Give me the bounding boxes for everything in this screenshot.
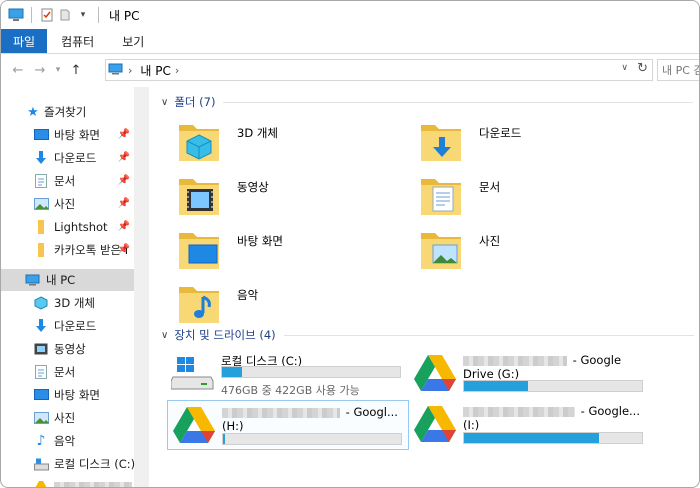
3d-objects-folder-icon [175,117,223,165]
google-drive-icon [172,405,216,445]
drive-usage-bar [221,366,401,378]
forward-button[interactable]: → [29,59,51,81]
pin-icon[interactable]: 📌 [118,244,130,255]
folder-music[interactable]: 음악 [175,279,405,329]
folder-icon [33,242,49,258]
pin-icon[interactable]: 📌 [118,221,130,232]
sidebar-item-downloads[interactable]: 다운로드 📌 [1,147,134,169]
explorer-window: ▾ 내 PC 파일 컴퓨터 보기 ← → ▾ ↑ › 내 PC › ∨ ↻ 내 … [0,0,700,488]
window-title: 내 PC [109,8,140,23]
pictures-folder-icon [417,225,465,273]
tab-computer[interactable]: 컴퓨터 [47,29,108,53]
drive-usage-bar [222,433,402,445]
download-icon [33,318,49,334]
content-pane: ∨ 폴더 (7) 3D 개체 다운로드 동영상 문서 바탕 화면 사진 음악 ∨… [151,87,699,487]
this-pc-icon [108,63,124,78]
refresh-icon[interactable]: ↻ [637,61,648,76]
folders-group-header[interactable]: ∨ 폴더 (7) [161,93,694,111]
navigation-bar: ← → ▾ ↑ › 내 PC › ∨ ↻ 내 PC 검 [1,57,699,83]
chevron-right-icon[interactable]: › [175,64,179,77]
folder-icon [33,219,49,235]
sidebar-item-this-pc[interactable]: 내 PC [1,269,134,291]
quick-access-dropdown-icon[interactable]: ▾ [74,6,92,24]
sidebar-item-3d-objects[interactable]: 3D 개체 [1,292,134,314]
pin-icon[interactable]: 📌 [118,129,130,140]
desktop-icon [33,127,49,143]
documents-folder-icon [417,171,465,219]
sidebar-item-pc-desktop[interactable]: 바탕 화면 [1,384,134,406]
google-drive-icon [413,404,457,444]
properties-icon[interactable] [38,6,56,24]
chevron-down-icon[interactable]: ∨ [621,63,628,73]
local-disk-icon [33,456,49,472]
desktop-icon [33,387,49,403]
navigation-pane: ★ 즐겨찾기 바탕 화면 📌 다운로드 📌 문서 📌 사진 📌 Lightsho… [1,87,134,487]
google-drive-icon [33,479,49,487]
this-pc-icon[interactable] [7,6,25,24]
sidebar-item-pictures[interactable]: 사진 📌 [1,193,134,215]
drive-usage-bar [463,380,643,392]
tab-view[interactable]: 보기 [108,29,158,53]
sidebar-item-lightshot[interactable]: Lightshot 📌 [1,216,134,238]
sidebar-scrollbar[interactable] [134,87,149,487]
sidebar-item-documents[interactable]: 문서 📌 [1,170,134,192]
sidebar-item-pc-documents[interactable]: 문서 [1,361,134,383]
sidebar-item-kakaotalk[interactable]: 카카오톡 받은 I 📌 [1,239,134,261]
google-drive-icon [413,353,457,393]
folder-3d-objects[interactable]: 3D 개체 [175,117,405,167]
address-bar[interactable]: › 내 PC › ∨ ↻ [105,59,653,81]
drive-usage-bar [463,432,643,444]
drive-google-g[interactable]: - Google Drive (G:) [409,349,651,399]
pin-icon[interactable]: 📌 [118,198,130,209]
folder-desktop[interactable]: 바탕 화면 [175,225,405,275]
local-disk-icon [170,353,215,393]
address-location[interactable]: 내 PC [140,62,170,79]
pin-icon[interactable]: 📌 [118,175,130,186]
chevron-down-icon[interactable]: ∨ [161,330,168,341]
search-input[interactable]: 내 PC 검 [657,59,699,81]
this-pc-icon [25,272,41,288]
sidebar-item-pc-pictures[interactable]: 사진 [1,407,134,429]
back-button[interactable]: ← [7,59,29,81]
download-folder-icon [417,117,465,165]
videos-folder-icon [175,171,223,219]
sidebar-item-quick-access[interactable]: ★ 즐겨찾기 [1,101,134,123]
sidebar-item-pc-downloads[interactable]: 다운로드 [1,315,134,337]
drive-google-h[interactable]: - Googl... (H:) [167,400,409,450]
document-icon [33,173,49,189]
music-folder-icon [175,279,223,327]
sidebar-item-videos[interactable]: 동영상 [1,338,134,360]
music-icon: ♪ [36,433,46,449]
drive-local-disk-c[interactable]: 로컬 디스크 (C:) 476GB 중 422GB 사용 가능 [167,349,409,399]
sidebar-item-desktop[interactable]: 바탕 화면 📌 [1,124,134,146]
up-button[interactable]: ↑ [65,59,87,81]
chevron-right-icon[interactable]: › [128,64,132,77]
star-icon: ★ [27,104,39,120]
desktop-folder-icon [175,225,223,273]
folder-downloads[interactable]: 다운로드 [417,117,647,167]
sidebar-item-local-disk[interactable]: 로컬 디스크 (C:) [1,453,134,475]
new-folder-icon[interactable] [56,6,74,24]
download-icon [33,150,49,166]
pin-icon[interactable]: 📌 [118,152,130,163]
sidebar-item-music[interactable]: ♪ 음악 [1,430,134,452]
videos-icon [33,341,49,357]
ribbon-tabs: 파일 컴퓨터 보기 [1,29,699,54]
document-icon [33,364,49,380]
sidebar-item-google-drive[interactable] [1,476,134,487]
tab-file[interactable]: 파일 [1,29,48,53]
folder-videos[interactable]: 동영상 [175,171,405,221]
folder-documents[interactable]: 문서 [417,171,647,221]
title-bar: ▾ 내 PC [1,1,699,29]
drives-group-header[interactable]: ∨ 장치 및 드라이브 (4) [161,326,694,344]
recent-locations-icon[interactable]: ▾ [51,59,65,81]
pictures-icon [33,196,49,212]
3d-objects-icon [33,295,49,311]
pictures-icon [33,410,49,426]
drive-google-i[interactable]: - Google... (I:) [409,400,651,450]
chevron-down-icon[interactable]: ∨ [161,97,168,108]
folder-pictures[interactable]: 사진 [417,225,647,275]
